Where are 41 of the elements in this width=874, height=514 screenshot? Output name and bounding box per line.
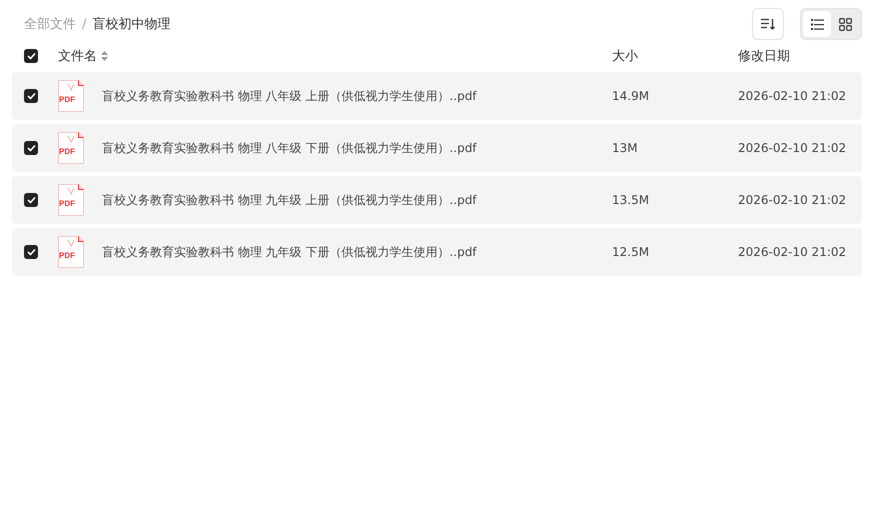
file-name[interactable]: 盲校义务教育实验教科书 物理 八年级 下册（供低视力学生使用）..pdf	[102, 140, 612, 156]
check-icon	[26, 248, 36, 256]
check-icon	[26, 52, 36, 60]
file-size: 14.9M	[612, 89, 650, 103]
modified-date: 2026-02-10 21:02	[738, 245, 848, 259]
check-icon	[26, 144, 36, 152]
column-header: 大小	[612, 48, 639, 65]
column-header: 修改日期	[738, 48, 791, 65]
checkbox[interactable]	[24, 49, 38, 63]
sort-icon[interactable]	[101, 51, 108, 61]
breadcrumb-separator: /	[82, 16, 86, 32]
current-folder: 盲校初中物理	[92, 16, 170, 33]
file-size: 13.5M	[612, 193, 650, 207]
grid-icon	[838, 18, 852, 30]
pdf-file-icon	[58, 236, 84, 268]
file-name[interactable]: 盲校义务教育实验教科书 物理 九年级 上册（供低视力学生使用）..pdf	[102, 192, 612, 208]
file-type-label: PDF	[59, 199, 75, 209]
list-icon	[810, 18, 824, 30]
modified-date: 2026-02-10 21:02	[738, 193, 848, 207]
modified-date: 2026-02-10 21:02	[738, 141, 848, 155]
file-name[interactable]: 盲校义务教育实验教科书 物理 九年级 下册（供低视力学生使用）..pdf	[102, 244, 612, 260]
checkbox[interactable]	[24, 141, 38, 155]
pdf-file-icon	[58, 80, 84, 112]
checkbox[interactable]	[24, 89, 38, 103]
checkbox[interactable]	[24, 245, 38, 259]
sort-button[interactable]	[752, 8, 784, 40]
column-header[interactable]: 文件名	[58, 47, 97, 65]
file-size: 12.5M	[612, 245, 650, 259]
file-name[interactable]: 盲校义务教育实验教科书 物理 八年级 上册（供低视力学生使用）..pdf	[102, 88, 612, 104]
modified-date: 2026-02-10 21:02	[738, 89, 848, 103]
check-icon	[26, 196, 36, 204]
pdf-file-icon	[58, 132, 84, 164]
pdf-file-icon	[58, 184, 84, 216]
file-size: 13M	[612, 141, 639, 155]
file-type-label: PDF	[59, 95, 75, 105]
file-type-label: PDF	[59, 251, 75, 261]
check-icon	[26, 92, 36, 100]
file-type-label: PDF	[59, 147, 75, 157]
checkbox[interactable]	[24, 193, 38, 207]
sort-icon	[761, 18, 775, 30]
list-view-button[interactable]	[803, 11, 831, 37]
